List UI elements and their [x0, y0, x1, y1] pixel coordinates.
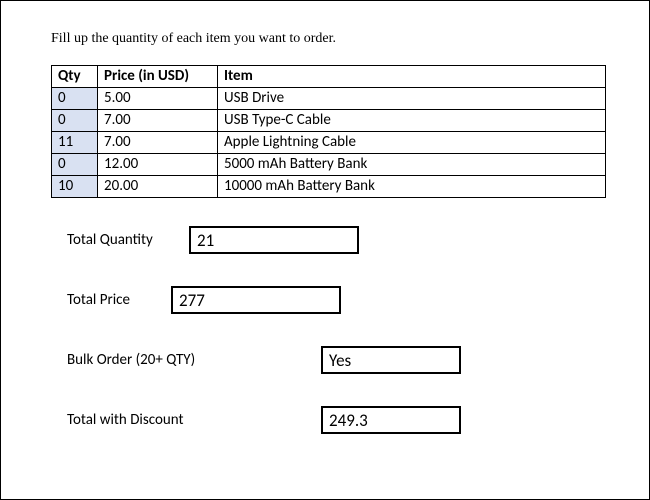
- row-total-price: Total Price 277: [67, 286, 609, 314]
- price-cell: 7.00: [98, 132, 218, 154]
- row-total-qty: Total Quantity 21: [67, 226, 609, 254]
- value-bulk: Yes: [321, 346, 461, 374]
- table-row: 11 7.00 Apple Lightning Cable: [52, 132, 606, 154]
- value-discount: 249.3: [321, 406, 461, 434]
- label-bulk: Bulk Order (20+ QTY): [67, 351, 321, 369]
- item-cell: USB Type-C Cable: [218, 110, 606, 132]
- qty-cell[interactable]: 0: [52, 154, 98, 176]
- table-header-row: Qty Price (in USD) Item: [52, 66, 606, 88]
- row-bulk-order: Bulk Order (20+ QTY) Yes: [67, 346, 609, 374]
- table-row: 0 12.00 5000 mAh Battery Bank: [52, 154, 606, 176]
- header-item: Item: [218, 66, 606, 88]
- header-qty: Qty: [52, 66, 98, 88]
- label-discount: Total with Discount: [67, 411, 321, 429]
- price-cell: 5.00: [98, 88, 218, 110]
- qty-cell[interactable]: 10: [52, 176, 98, 198]
- item-cell: 5000 mAh Battery Bank: [218, 154, 606, 176]
- table-row: 0 7.00 USB Type-C Cable: [52, 110, 606, 132]
- label-total-qty: Total Quantity: [67, 231, 189, 249]
- qty-cell[interactable]: 0: [52, 110, 98, 132]
- label-total-price: Total Price: [67, 291, 171, 309]
- item-cell: USB Drive: [218, 88, 606, 110]
- qty-cell[interactable]: 0: [52, 88, 98, 110]
- price-cell: 20.00: [98, 176, 218, 198]
- price-cell: 12.00: [98, 154, 218, 176]
- header-price: Price (in USD): [98, 66, 218, 88]
- price-cell: 7.00: [98, 110, 218, 132]
- order-table: Qty Price (in USD) Item 0 5.00 USB Drive…: [51, 65, 606, 198]
- value-total-qty: 21: [189, 226, 359, 254]
- item-cell: Apple Lightning Cable: [218, 132, 606, 154]
- item-cell: 10000 mAh Battery Bank: [218, 176, 606, 198]
- order-form: Fill up the quantity of each item you wa…: [0, 0, 650, 500]
- row-total-discount: Total with Discount 249.3: [67, 406, 609, 434]
- qty-cell[interactable]: 11: [52, 132, 98, 154]
- value-total-price: 277: [171, 286, 341, 314]
- table-row: 0 5.00 USB Drive: [52, 88, 606, 110]
- table-row: 10 20.00 10000 mAh Battery Bank: [52, 176, 606, 198]
- instruction-text: Fill up the quantity of each item you wa…: [51, 31, 609, 47]
